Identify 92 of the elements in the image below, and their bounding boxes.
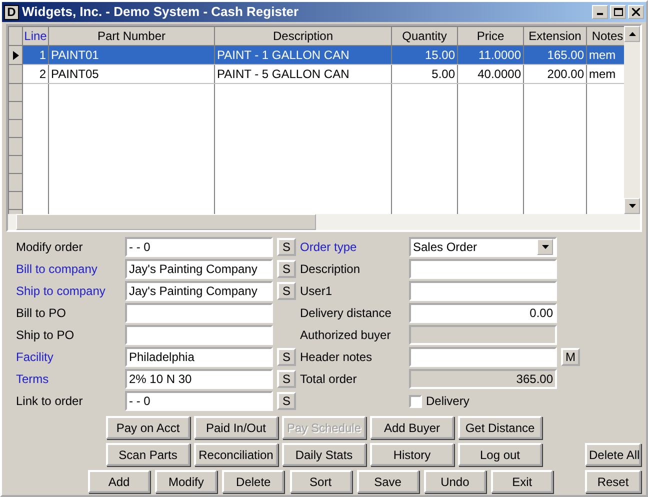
search-button[interactable]: S (277, 260, 296, 278)
action-button[interactable]: Reconciliation (194, 443, 278, 466)
action-button[interactable]: Modify (155, 470, 218, 493)
close-button[interactable] (628, 5, 644, 19)
action-button[interactable]: Add Buyer (370, 416, 454, 439)
field-link[interactable]: Order type (300, 238, 409, 256)
table-cell[interactable]: 15.00 (392, 46, 458, 64)
search-button[interactable]: S (277, 392, 296, 410)
current-row-icon (12, 50, 18, 60)
column-header[interactable]: Notes (586, 26, 624, 46)
field-link[interactable]: Terms (16, 370, 125, 388)
action-button[interactable]: Exit (491, 470, 554, 493)
action-button[interactable]: Sort (290, 470, 352, 493)
field-label: Total order (300, 371, 358, 388)
action-button[interactable]: Paid In/Out (194, 416, 278, 439)
search-button[interactable]: S (277, 370, 296, 388)
horizontal-scrollbar[interactable] (8, 214, 640, 230)
field-label: Modify order (16, 239, 84, 256)
input-field[interactable]: Jay's Painting Company (125, 259, 273, 279)
delivery-checkbox[interactable] (409, 394, 422, 408)
input-field[interactable] (125, 303, 273, 323)
field-label: Link to order (16, 393, 84, 410)
column-header[interactable]: Quantity (392, 26, 458, 46)
input-field[interactable]: - - 0 (125, 237, 273, 257)
input-field[interactable] (409, 259, 557, 279)
input-field[interactable]: 2% 10 N 30 (125, 369, 273, 389)
table-cell[interactable]: PAINT05 (48, 64, 214, 84)
table-cell[interactable]: 11.0000 (458, 46, 524, 64)
input-field[interactable]: Jay's Painting Company (125, 281, 273, 301)
column-header[interactable]: Description (214, 26, 392, 46)
scroll-up-button[interactable] (624, 26, 640, 42)
table-cell[interactable]: 5.00 (392, 64, 458, 84)
action-button[interactable]: Delete (222, 470, 284, 493)
column-header[interactable]: Part Number (48, 26, 214, 46)
action-button[interactable]: Save (356, 470, 419, 493)
action-button[interactable]: Reset (585, 470, 641, 493)
input-field[interactable]: 0.00 (409, 303, 557, 323)
field-link[interactable]: Ship to company (16, 282, 125, 300)
input-field[interactable] (125, 325, 273, 345)
action-button[interactable]: Add (88, 470, 150, 493)
table-cell[interactable]: mem (586, 46, 624, 64)
dropdown[interactable]: Sales Order (409, 237, 557, 257)
table-cell[interactable]: PAINT - 5 GALLON CAN (214, 64, 392, 84)
action-button[interactable]: Delete All (585, 443, 641, 466)
action-button[interactable]: Pay on Acct (106, 416, 190, 439)
up-arrow-icon (628, 32, 636, 36)
scroll-down-button[interactable] (624, 198, 640, 214)
field-label: Bill to PO (16, 305, 68, 322)
field-label: User1 (300, 283, 334, 300)
input-field[interactable] (409, 281, 557, 301)
input-field[interactable] (409, 347, 557, 367)
action-button[interactable]: Get Distance (458, 416, 542, 439)
input-field: 365.00 (409, 369, 557, 389)
maximize-icon (614, 8, 622, 16)
window-title: Widgets, Inc. - Demo System - Cash Register (22, 3, 299, 22)
field-label: Header notes (300, 349, 374, 366)
close-icon (632, 8, 640, 16)
field-link[interactable]: Bill to company (16, 260, 125, 278)
field-label: Description (300, 261, 362, 278)
field-label: Ship to PO (16, 327, 76, 344)
minimize-button[interactable] (592, 5, 608, 19)
table-cell[interactable]: PAINT01 (48, 46, 214, 64)
vertical-scrollbar[interactable] (624, 26, 640, 214)
table-cell[interactable]: 165.00 (524, 46, 586, 64)
scroll-thumb[interactable] (16, 214, 316, 230)
search-button[interactable]: S (277, 282, 296, 300)
column-header[interactable]: Extension (524, 26, 586, 46)
checkbox-label: Delivery (426, 393, 470, 410)
table-cell[interactable]: PAINT - 1 GALLON CAN (214, 46, 392, 64)
input-field[interactable]: Philadelphia (125, 347, 273, 367)
field-label: Authorized buyer (300, 327, 392, 344)
action-button[interactable]: Log out (458, 443, 542, 466)
search-button[interactable]: S (277, 238, 296, 256)
down-arrow-icon (628, 204, 636, 208)
app-icon: D (4, 4, 19, 20)
input-field[interactable]: - - 0 (125, 391, 273, 411)
table-cell[interactable]: 200.00 (524, 64, 586, 84)
table-cell[interactable]: 40.0000 (458, 64, 524, 84)
action-button[interactable]: Scan Parts (106, 443, 190, 466)
memo-button[interactable]: M (561, 348, 580, 366)
field-label: Delivery distance (300, 305, 392, 322)
maximize-button[interactable] (610, 5, 626, 19)
action-button[interactable]: History (370, 443, 454, 466)
field-link[interactable]: Facility (16, 348, 125, 366)
table-cell[interactable]: 2 (22, 64, 48, 84)
table-cell[interactable]: 1 (22, 46, 48, 64)
column-header[interactable]: Price (458, 26, 524, 46)
column-header[interactable]: Line (22, 26, 48, 46)
action-button[interactable]: Daily Stats (282, 443, 366, 466)
action-button[interactable]: Undo (424, 470, 486, 493)
row-header[interactable] (8, 46, 22, 64)
search-button[interactable]: S (277, 348, 296, 366)
